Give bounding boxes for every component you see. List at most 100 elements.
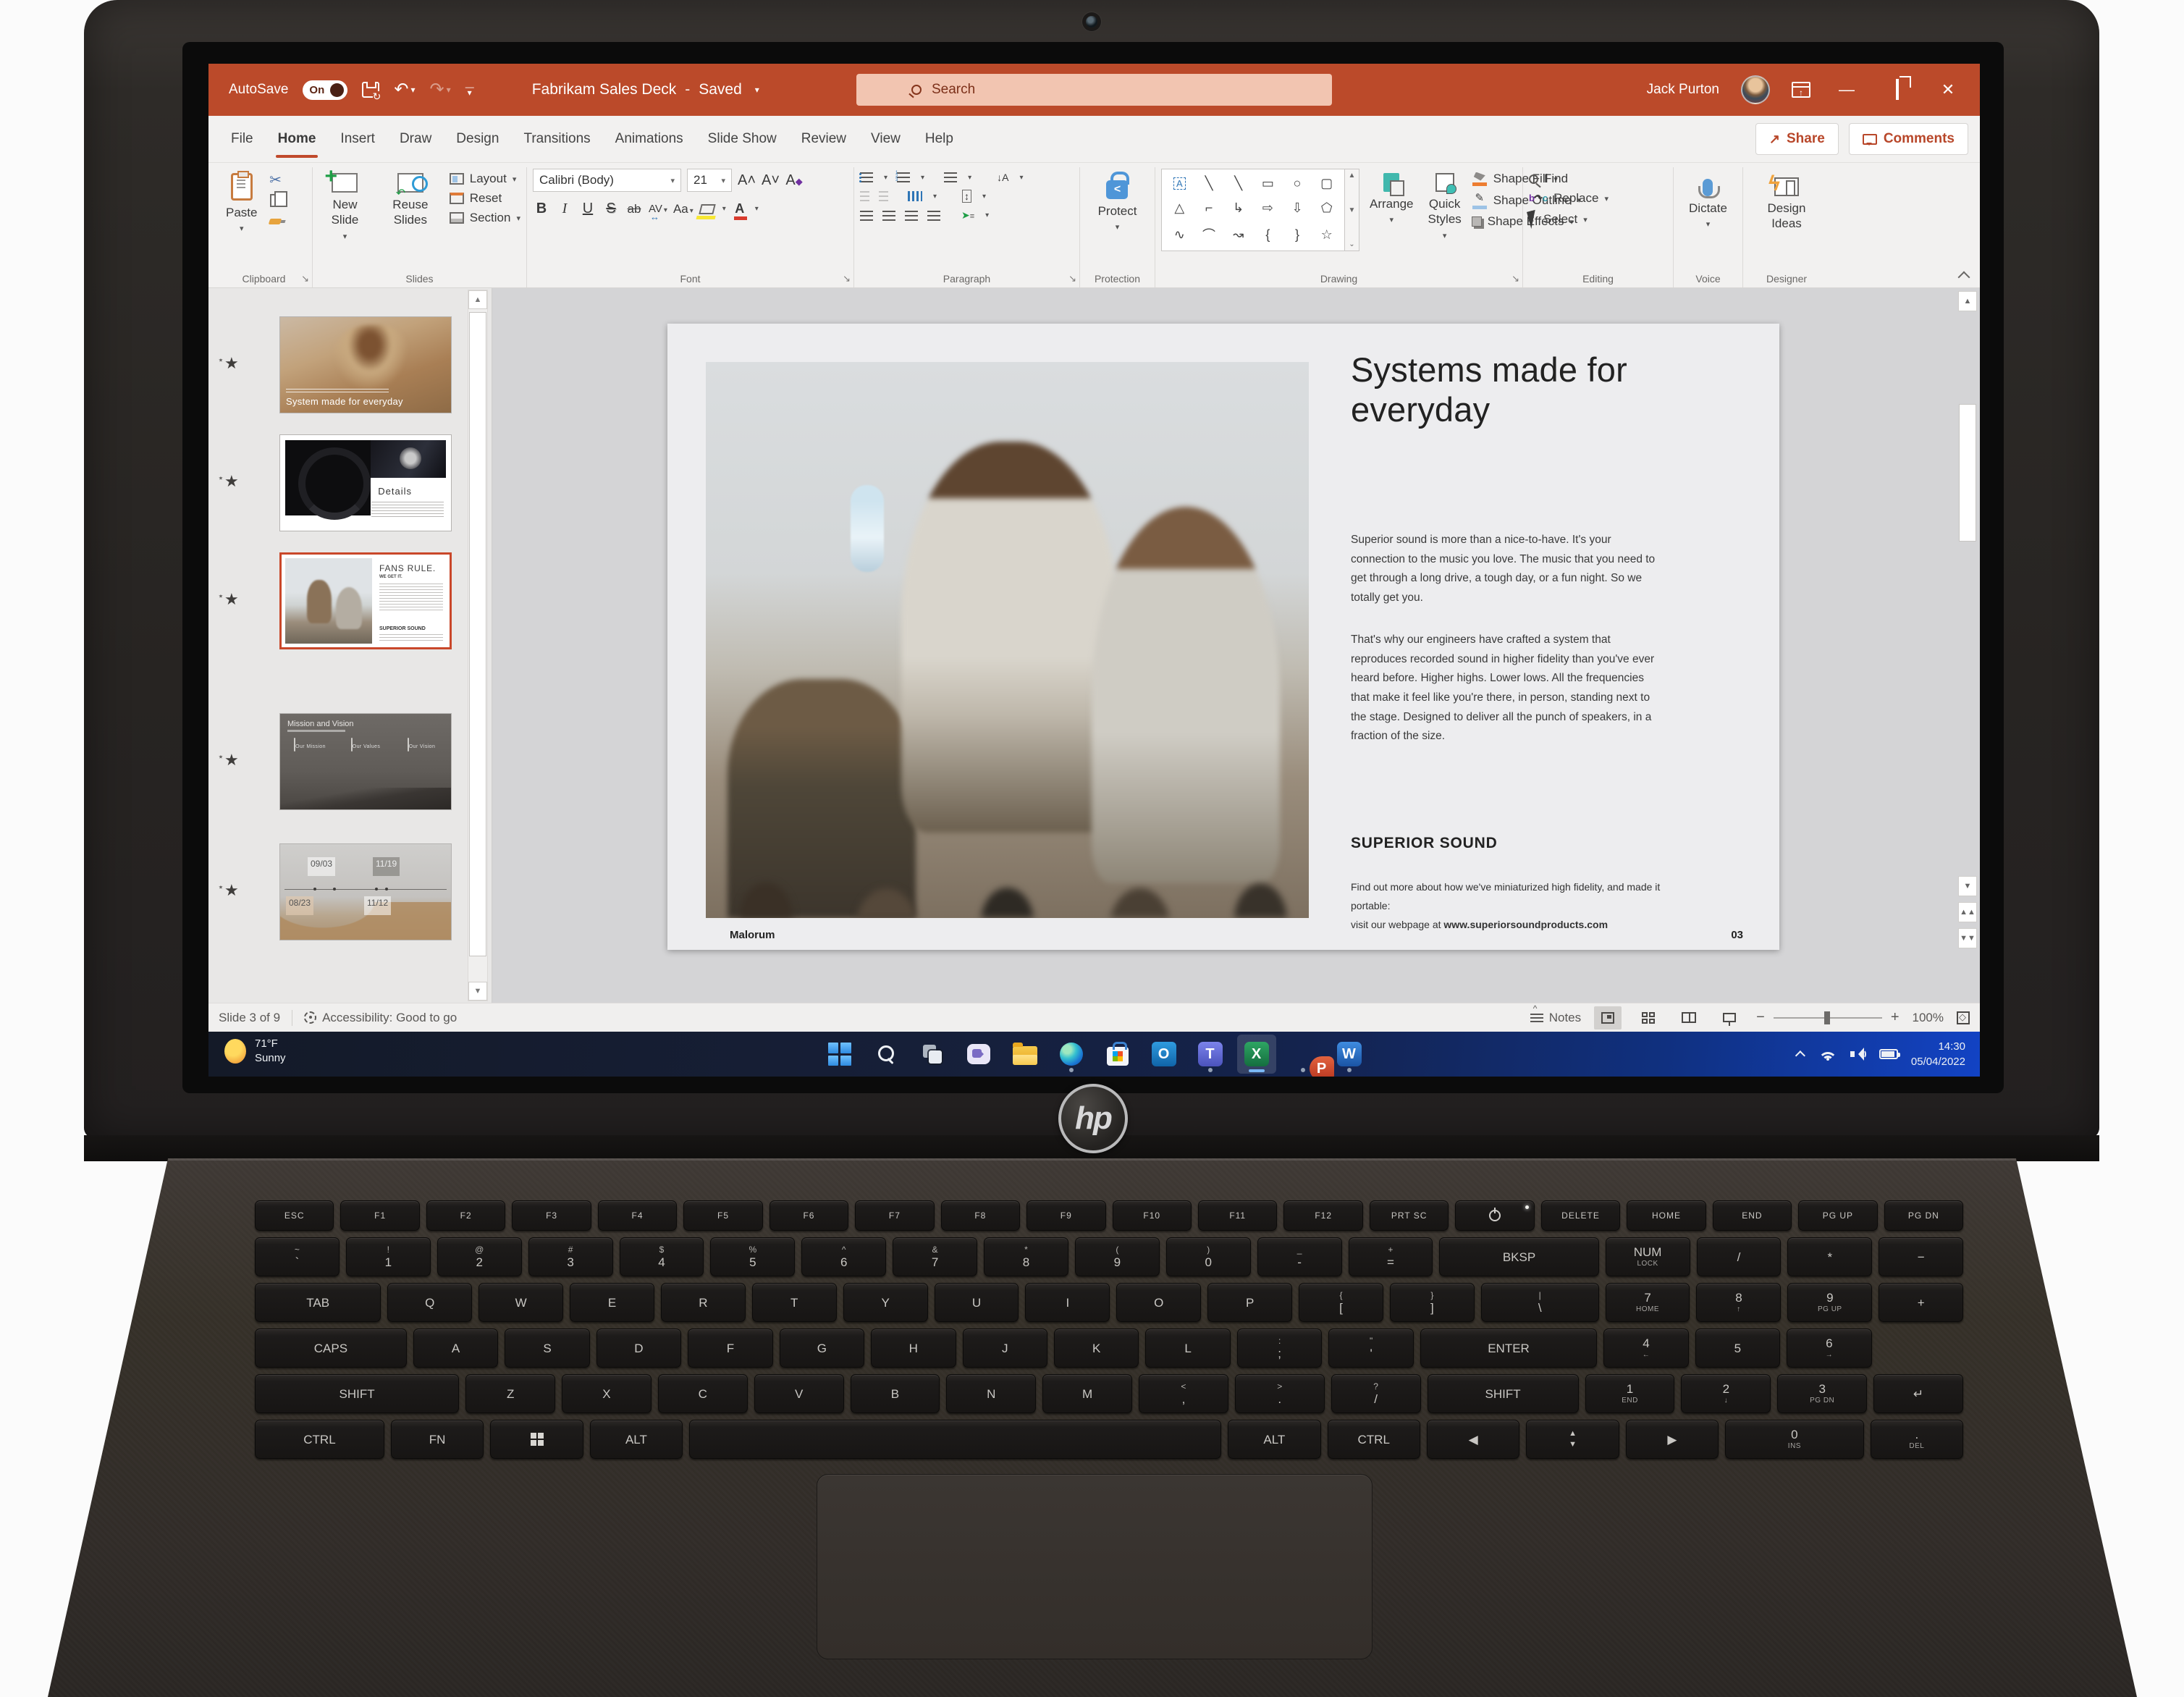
- key-c[interactable]: C: [657, 1374, 748, 1413]
- slide-title[interactable]: Systems made for everyday: [1351, 350, 1691, 430]
- trackpad[interactable]: [817, 1474, 1373, 1659]
- strikethrough-button[interactable]: ab: [625, 202, 643, 216]
- key-n[interactable]: N: [946, 1374, 1037, 1413]
- taskbar-task-view-icon[interactable]: [913, 1035, 952, 1074]
- key-f[interactable]: F: [688, 1328, 773, 1368]
- key-j[interactable]: J: [962, 1328, 1047, 1368]
- key-f6[interactable]: F6: [769, 1200, 849, 1231]
- key-'[interactable]: " ': [1328, 1328, 1414, 1368]
- change-case-button[interactable]: Aa ▾: [673, 202, 693, 216]
- key-f10[interactable]: F10: [1112, 1200, 1192, 1231]
- tab-transitions[interactable]: Transitions: [511, 116, 602, 162]
- key-r[interactable]: R: [660, 1283, 746, 1322]
- key-d[interactable]: D: [596, 1328, 682, 1368]
- normal-view-button[interactable]: [1594, 1006, 1622, 1029]
- save-button[interactable]: [362, 82, 381, 101]
- clock[interactable]: 14:30 05/04/2022: [1911, 1039, 1965, 1069]
- key-1[interactable]: 1 END: [1585, 1374, 1675, 1413]
- slide-thumbnail-5[interactable]: 09/03 11/19 08/23 11/12: [279, 843, 452, 940]
- key-f5[interactable]: F5: [683, 1200, 763, 1231]
- weather-widget[interactable]: 71°F Sunny: [224, 1037, 286, 1066]
- key-caps[interactable]: CAPS: [255, 1328, 407, 1368]
- slide-heading[interactable]: SUPERIOR SOUND: [1351, 835, 1498, 852]
- panel-scroll-up-icon[interactable]: ▲: [468, 290, 487, 309]
- key-`[interactable]: ~ `: [255, 1237, 340, 1276]
- panel-scroll-down-icon[interactable]: ▼: [468, 982, 487, 1001]
- key-5[interactable]: % 5: [710, 1237, 796, 1276]
- taskbar-word-icon[interactable]: W: [1330, 1035, 1369, 1074]
- key-f8[interactable]: F8: [940, 1200, 1021, 1231]
- comments-button[interactable]: Comments: [1848, 123, 1968, 155]
- key-q[interactable]: Q: [387, 1283, 473, 1322]
- panel-scrollbar[interactable]: ▲ ▼: [468, 290, 488, 1001]
- key-y[interactable]: Y: [843, 1283, 928, 1322]
- underline-button[interactable]: U: [579, 201, 596, 217]
- key-9[interactable]: 9 PG UP: [1787, 1283, 1873, 1322]
- avatar[interactable]: [1741, 75, 1770, 104]
- slide-counter[interactable]: Slide 3 of 9: [219, 1011, 280, 1025]
- taskbar-outlook-icon[interactable]: O: [1144, 1035, 1184, 1074]
- bold-button[interactable]: B: [533, 201, 550, 217]
- tab-slide-show[interactable]: Slide Show: [696, 116, 789, 162]
- font-color-button[interactable]: A: [732, 201, 748, 220]
- share-button[interactable]: ↗ Share: [1755, 123, 1839, 155]
- scroll-up-icon[interactable]: ▲: [1958, 291, 1977, 311]
- key-5[interactable]: 5: [1695, 1328, 1781, 1368]
- key-v[interactable]: V: [754, 1374, 844, 1413]
- align-center-icon[interactable]: [882, 210, 895, 221]
- bullets-icon[interactable]: [859, 172, 873, 182]
- paragraph-dialog-launcher-icon[interactable]: ↘: [1068, 273, 1076, 285]
- close-button[interactable]: ✕: [1934, 80, 1962, 99]
- slide-paragraph-2[interactable]: That's why our engineers have crafted a …: [1351, 631, 1661, 746]
- ribbon-display-options-icon[interactable]: [1792, 82, 1810, 98]
- undo-dropdown-icon[interactable]: ▾: [411, 85, 416, 94]
- align-right-icon[interactable]: [905, 210, 918, 221]
- key-tab[interactable]: TAB: [255, 1283, 381, 1322]
- key-prt-sc[interactable]: PRT SC: [1369, 1200, 1449, 1231]
- key-9[interactable]: (9: [1074, 1237, 1160, 1276]
- key-f1[interactable]: F1: [340, 1200, 420, 1231]
- key-l[interactable]: L: [1145, 1328, 1231, 1368]
- key-[[interactable]: {[: [1299, 1283, 1383, 1322]
- design-ideas-button[interactable]: Design Ideas: [1749, 169, 1824, 236]
- cut-icon[interactable]: ✂: [267, 172, 283, 188]
- align-text-icon[interactable]: ↕: [962, 190, 972, 203]
- slide-cta[interactable]: Find out more about how we've miniaturiz…: [1351, 878, 1669, 935]
- slide-thumbnail-2[interactable]: Details: [279, 434, 452, 531]
- key-▶[interactable]: ▶: [1625, 1420, 1719, 1459]
- key-a[interactable]: A: [413, 1328, 499, 1368]
- numbering-icon[interactable]: [895, 172, 911, 183]
- taskbar-teams-icon[interactable]: T: [1191, 1035, 1230, 1074]
- justify-icon[interactable]: [927, 210, 940, 221]
- title-dropdown-icon[interactable]: ▾: [755, 85, 759, 95]
- taskbar-store-icon[interactable]: [1098, 1035, 1137, 1074]
- italic-button[interactable]: I: [556, 201, 573, 217]
- key-delete[interactable]: DELETE: [1540, 1200, 1621, 1231]
- key-u[interactable]: U: [934, 1283, 1019, 1322]
- key-ctrl[interactable]: CTRL: [1327, 1420, 1420, 1459]
- tab-insert[interactable]: Insert: [328, 116, 387, 162]
- tab-file[interactable]: File: [219, 116, 266, 162]
- key-0[interactable]: 0 INS: [1725, 1420, 1864, 1459]
- key-◀[interactable]: ◀: [1426, 1420, 1520, 1459]
- font-dialog-launcher-icon[interactable]: ↘: [843, 273, 851, 285]
- taskbar-powerpoint-icon[interactable]: P: [1283, 1035, 1334, 1077]
- tab-draw[interactable]: Draw: [387, 116, 444, 162]
- key-w[interactable]: W: [478, 1283, 564, 1322]
- key-6[interactable]: ^ 6: [801, 1237, 887, 1276]
- tab-design[interactable]: Design: [444, 116, 511, 162]
- format-painter-icon[interactable]: [267, 214, 283, 230]
- key-i[interactable]: I: [1025, 1283, 1110, 1322]
- key-p[interactable]: P: [1207, 1283, 1293, 1322]
- key-num[interactable]: NUM LOCK: [1605, 1237, 1690, 1276]
- quick-styles-button[interactable]: Quick Styles ▾: [1423, 169, 1465, 245]
- new-slide-button[interactable]: New Slide▾: [319, 163, 371, 246]
- slide-thumbnail-4[interactable]: Mission and Vision Our Mission Our Value…: [279, 713, 452, 810]
- key-ctrl[interactable]: CTRL: [255, 1420, 384, 1459]
- character-spacing-button[interactable]: AV ▾: [649, 203, 667, 222]
- key-.[interactable]: >.: [1234, 1374, 1325, 1413]
- key-bksp[interactable]: BKSP: [1439, 1237, 1599, 1276]
- customize-quick-access-button[interactable]: — ▾: [465, 82, 474, 97]
- key-f12[interactable]: F12: [1283, 1200, 1363, 1231]
- tab-view[interactable]: View: [859, 116, 913, 162]
